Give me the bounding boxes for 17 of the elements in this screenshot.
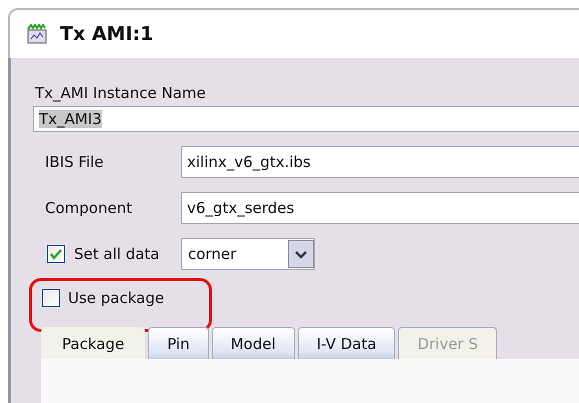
field-label: IBIS File [44,153,105,171]
input-field[interactable]: Tx_AMI3 [33,106,579,132]
tab[interactable]: Model [212,327,295,359]
checkbox-label: Set all data [74,245,160,263]
window-title: Tx AMI:1 [60,23,154,45]
tab[interactable]: Package [41,327,146,359]
checkbox[interactable] [42,289,60,307]
dropdown[interactable]: corner [181,238,315,270]
tab[interactable]: I-V Data [298,327,396,359]
field-label: Component [44,199,134,217]
tab[interactable]: Pin [148,327,209,359]
input-field[interactable]: xilinx_v6_gtx.ibs [181,146,579,178]
checkbox[interactable] [47,245,65,263]
checkbox-label: Use package [68,289,164,307]
app-icon [26,24,48,44]
input-field[interactable]: v6_gtx_serdes [181,192,579,224]
field-label: Tx_AMI Instance Name [35,84,207,102]
